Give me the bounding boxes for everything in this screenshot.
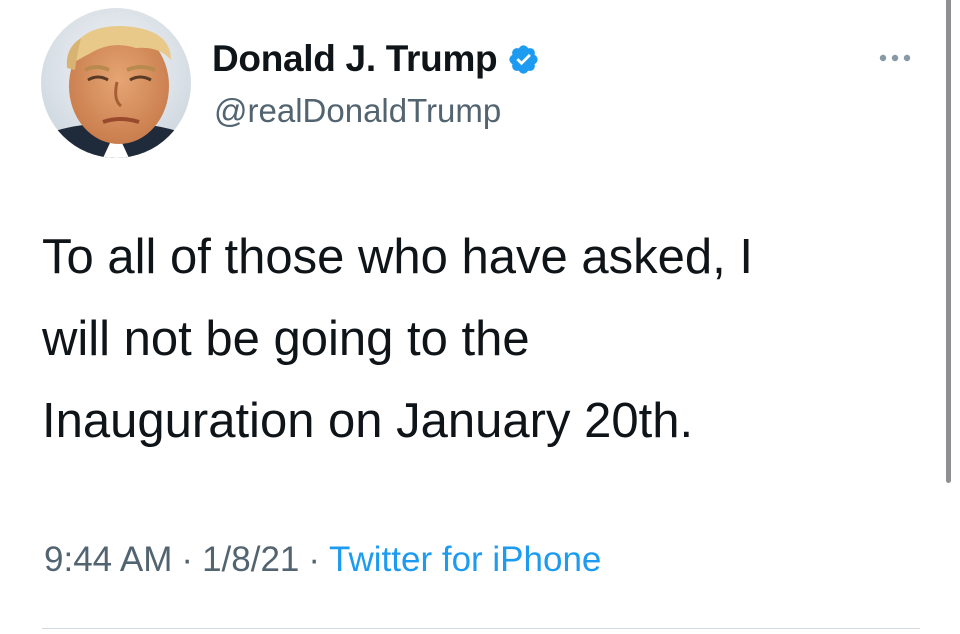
tweet-date[interactable]: 1/8/21 (202, 540, 299, 579)
tweet-time[interactable]: 9:44 AM (44, 540, 172, 579)
meta-separator: · (308, 540, 321, 579)
tweet-text-line: Inauguration on January 20th. (42, 394, 694, 448)
tweet-text-line: will not be going to the (42, 312, 530, 366)
tweet-card: Donald J. Trump @realDonaldTrump To all … (0, 0, 960, 634)
tweet-metadata: 9:44 AM · 1/8/21 · Twitter for iPhone (44, 540, 601, 580)
meta-separator: · (181, 540, 194, 579)
more-options-button[interactable] (870, 38, 920, 78)
author-name-row: Donald J. Trump (212, 38, 540, 80)
verified-badge-icon (507, 43, 540, 76)
scrollbar[interactable] (946, 0, 951, 483)
author-handle[interactable]: @realDonaldTrump (214, 92, 501, 130)
tweet-source-link[interactable]: Twitter for iPhone (329, 540, 601, 579)
profile-photo-icon (41, 8, 191, 158)
tweet-text: To all of those who have asked, I will n… (42, 216, 902, 462)
avatar[interactable] (41, 8, 191, 158)
divider (42, 628, 920, 629)
author-display-name[interactable]: Donald J. Trump (212, 38, 498, 80)
tweet-text-line: To all of those who have asked, I (42, 230, 753, 284)
more-dots-icon (879, 54, 911, 62)
